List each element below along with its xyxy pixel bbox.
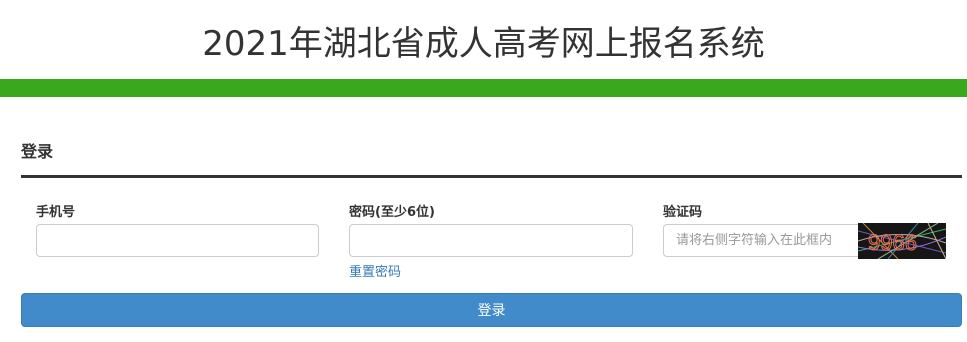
page-title: 2021年湖北省成人高考网上报名系统 [202, 23, 765, 64]
captcha-text: 9966 [868, 230, 917, 255]
captcha-graphic: 9966 [858, 223, 946, 259]
captcha-image[interactable]: 9966 [858, 223, 946, 259]
phone-label: 手机号 [36, 205, 76, 220]
reset-password-link[interactable]: 重置密码 [349, 261, 401, 280]
login-heading: 登录 [21, 142, 54, 161]
login-button[interactable]: 登录 [21, 293, 962, 327]
password-label: 密码(至少6位) [349, 205, 435, 220]
header-divider-bar [0, 79, 967, 97]
phone-input[interactable] [36, 224, 319, 257]
captcha-input[interactable] [663, 224, 859, 257]
heading-divider [21, 175, 962, 178]
password-input[interactable] [349, 224, 633, 257]
captcha-label: 验证码 [663, 205, 703, 220]
